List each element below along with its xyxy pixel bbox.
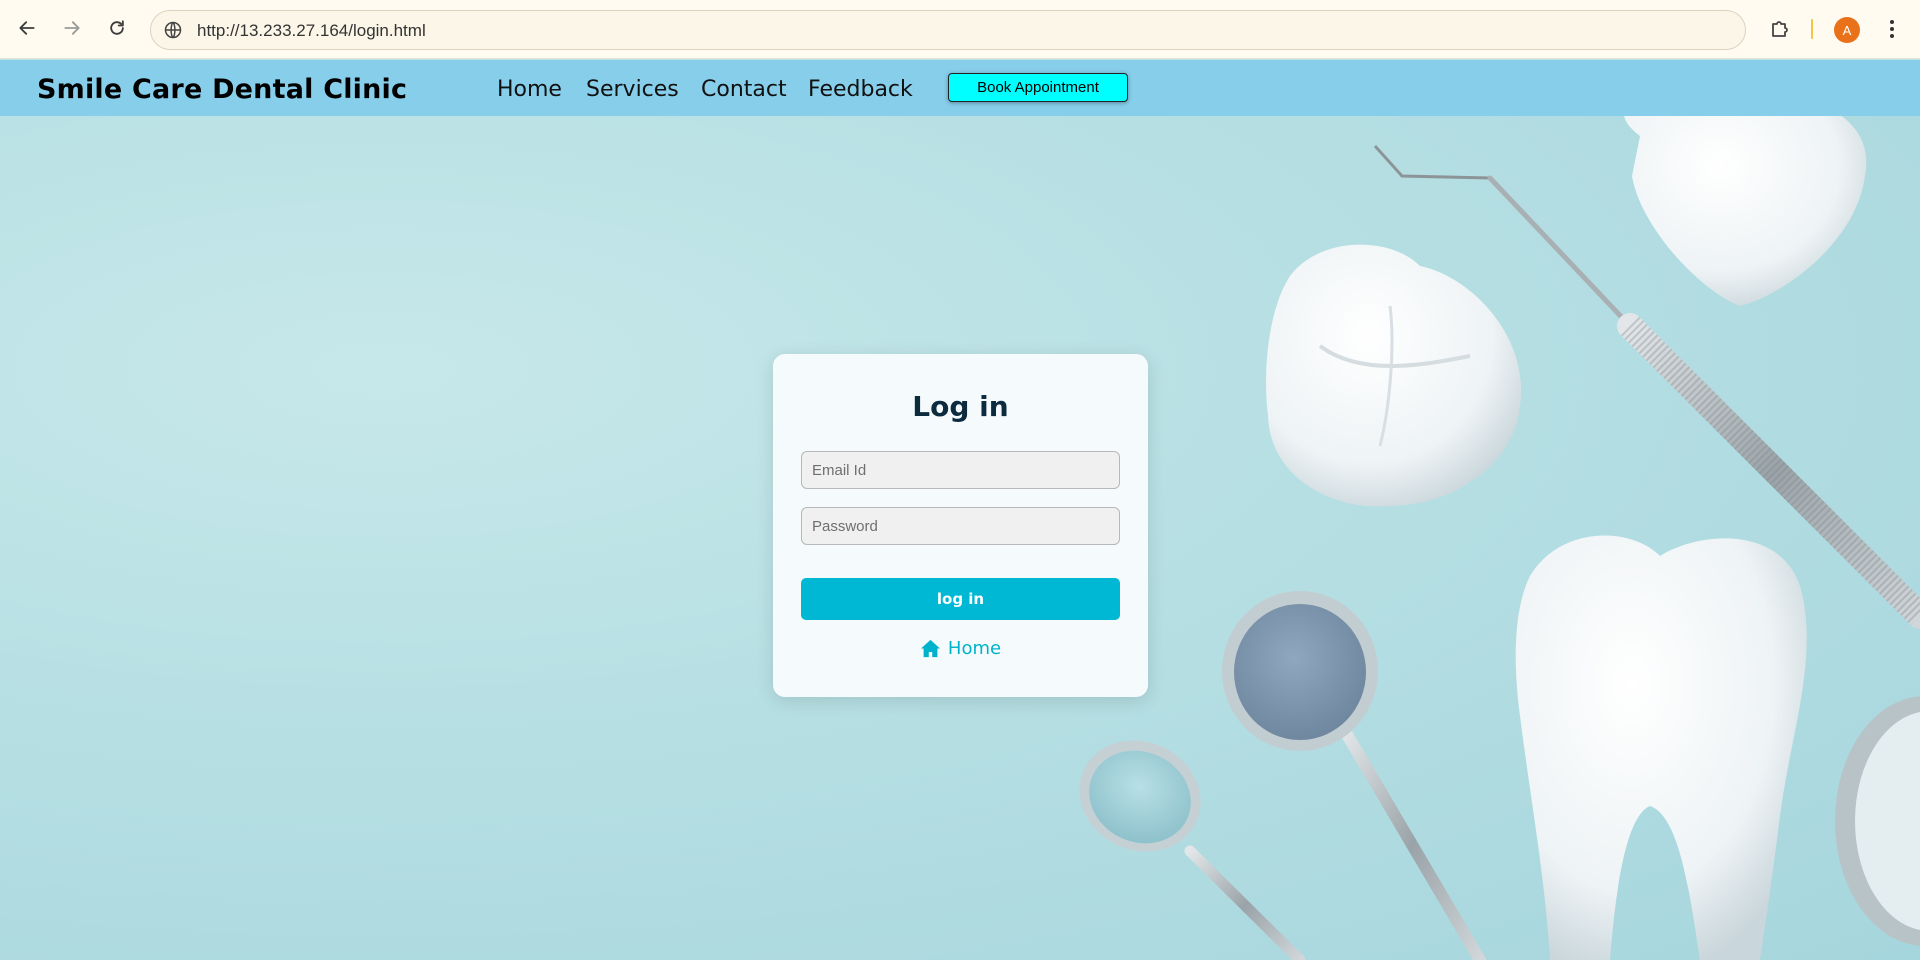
address-bar[interactable]: http://13.233.27.164/login.html	[150, 10, 1746, 50]
nav-services-link[interactable]: Services	[586, 77, 679, 102]
reload-icon[interactable]	[102, 13, 132, 43]
profile-avatar[interactable]: A	[1834, 17, 1860, 43]
forward-arrow-icon[interactable]	[57, 13, 87, 43]
nav-feedback-link[interactable]: Feedback	[808, 77, 913, 102]
home-icon	[920, 639, 940, 658]
login-card: Log in log in Home	[773, 354, 1148, 697]
url-text[interactable]: http://13.233.27.164/login.html	[197, 21, 426, 41]
site-info-icon[interactable]	[163, 20, 183, 40]
login-submit-button[interactable]: log in	[801, 578, 1120, 620]
nav-home-link[interactable]: Home	[497, 77, 562, 102]
login-title: Log in	[912, 390, 1009, 423]
home-link[interactable]: Home	[773, 638, 1148, 659]
extensions-icon[interactable]	[1769, 17, 1793, 41]
browser-toolbar: http://13.233.27.164/login.html A	[0, 0, 1920, 59]
back-arrow-icon[interactable]	[12, 13, 42, 43]
password-input[interactable]	[801, 507, 1120, 545]
book-appointment-button[interactable]: Book Appointment	[948, 73, 1128, 102]
home-link-label: Home	[947, 638, 1002, 659]
toolbar-separator	[1811, 19, 1813, 39]
site-navbar: Smile Care Dental Clinic Home Services C…	[0, 60, 1920, 116]
brand-title: Smile Care Dental Clinic	[37, 74, 408, 105]
kebab-menu-icon[interactable]	[1880, 17, 1904, 41]
nav-contact-link[interactable]: Contact	[701, 77, 787, 102]
email-input[interactable]	[801, 451, 1120, 489]
